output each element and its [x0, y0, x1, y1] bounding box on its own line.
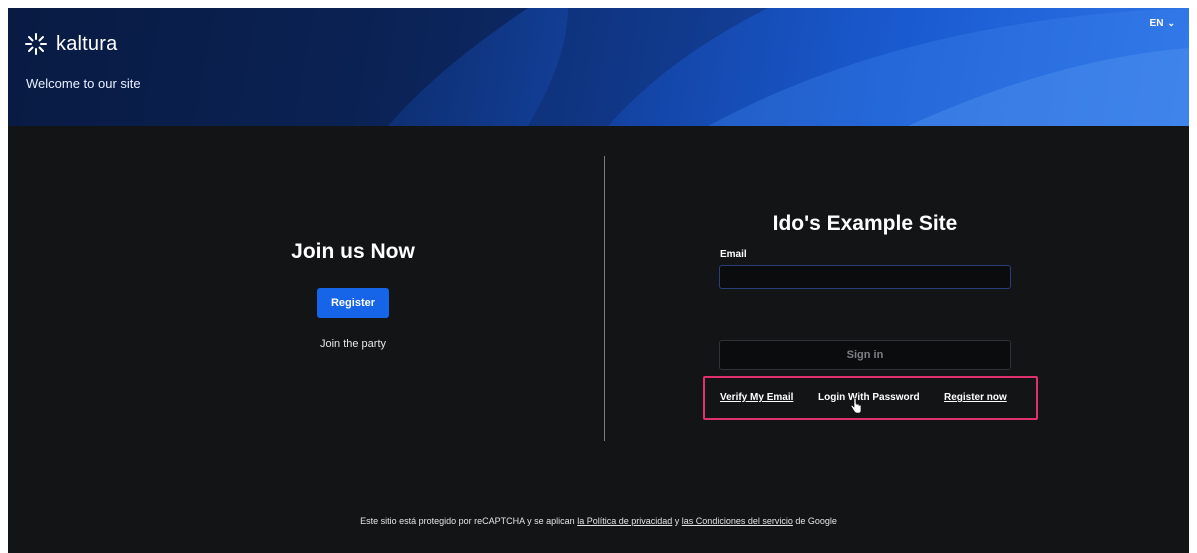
recaptcha-footer: Este sitio está protegido por reCAPTCHA … [8, 516, 1189, 526]
chevron-down-icon: ⌄ [1167, 18, 1175, 28]
kaltura-logo[interactable]: kaltura [24, 32, 117, 56]
footer-suffix: de Google [795, 516, 837, 526]
header-background [8, 8, 1189, 126]
logo-text: kaltura [56, 32, 118, 55]
site-header: kaltura Welcome to our site EN ⌄ [8, 8, 1189, 126]
kaltura-logo-icon [25, 33, 47, 55]
verify-email-link[interactable]: Verify My Email [720, 392, 793, 403]
panel-divider [604, 156, 605, 441]
email-label: Email [720, 249, 747, 260]
privacy-policy-link[interactable]: la Política de privacidad [577, 516, 672, 526]
email-field[interactable] [719, 265, 1011, 289]
language-selector[interactable]: EN ⌄ [1150, 18, 1175, 29]
join-title: Join us Now [291, 240, 415, 263]
welcome-text: Welcome to our site [26, 76, 141, 91]
language-label: EN [1149, 18, 1164, 29]
register-button[interactable]: Register [316, 288, 390, 318]
join-subtitle: Join the party [319, 338, 387, 350]
register-now-link[interactable]: Register now [944, 392, 1007, 403]
join-panel: Join us Now Register Join the party [188, 240, 518, 350]
terms-of-service-link[interactable]: las Condiciones del servicio [682, 516, 793, 526]
site-title: Ido's Example Site [772, 212, 958, 235]
sign-in-button[interactable]: Sign in [719, 340, 1011, 370]
login-with-password-link[interactable]: Login With Password [818, 392, 920, 403]
footer-and: y [674, 516, 680, 526]
hand-cursor-icon [850, 398, 862, 414]
footer-prefix: Este sitio está protegido por reCAPTCHA … [360, 516, 575, 526]
app-window: kaltura Welcome to our site EN ⌄ Join us… [8, 8, 1189, 553]
